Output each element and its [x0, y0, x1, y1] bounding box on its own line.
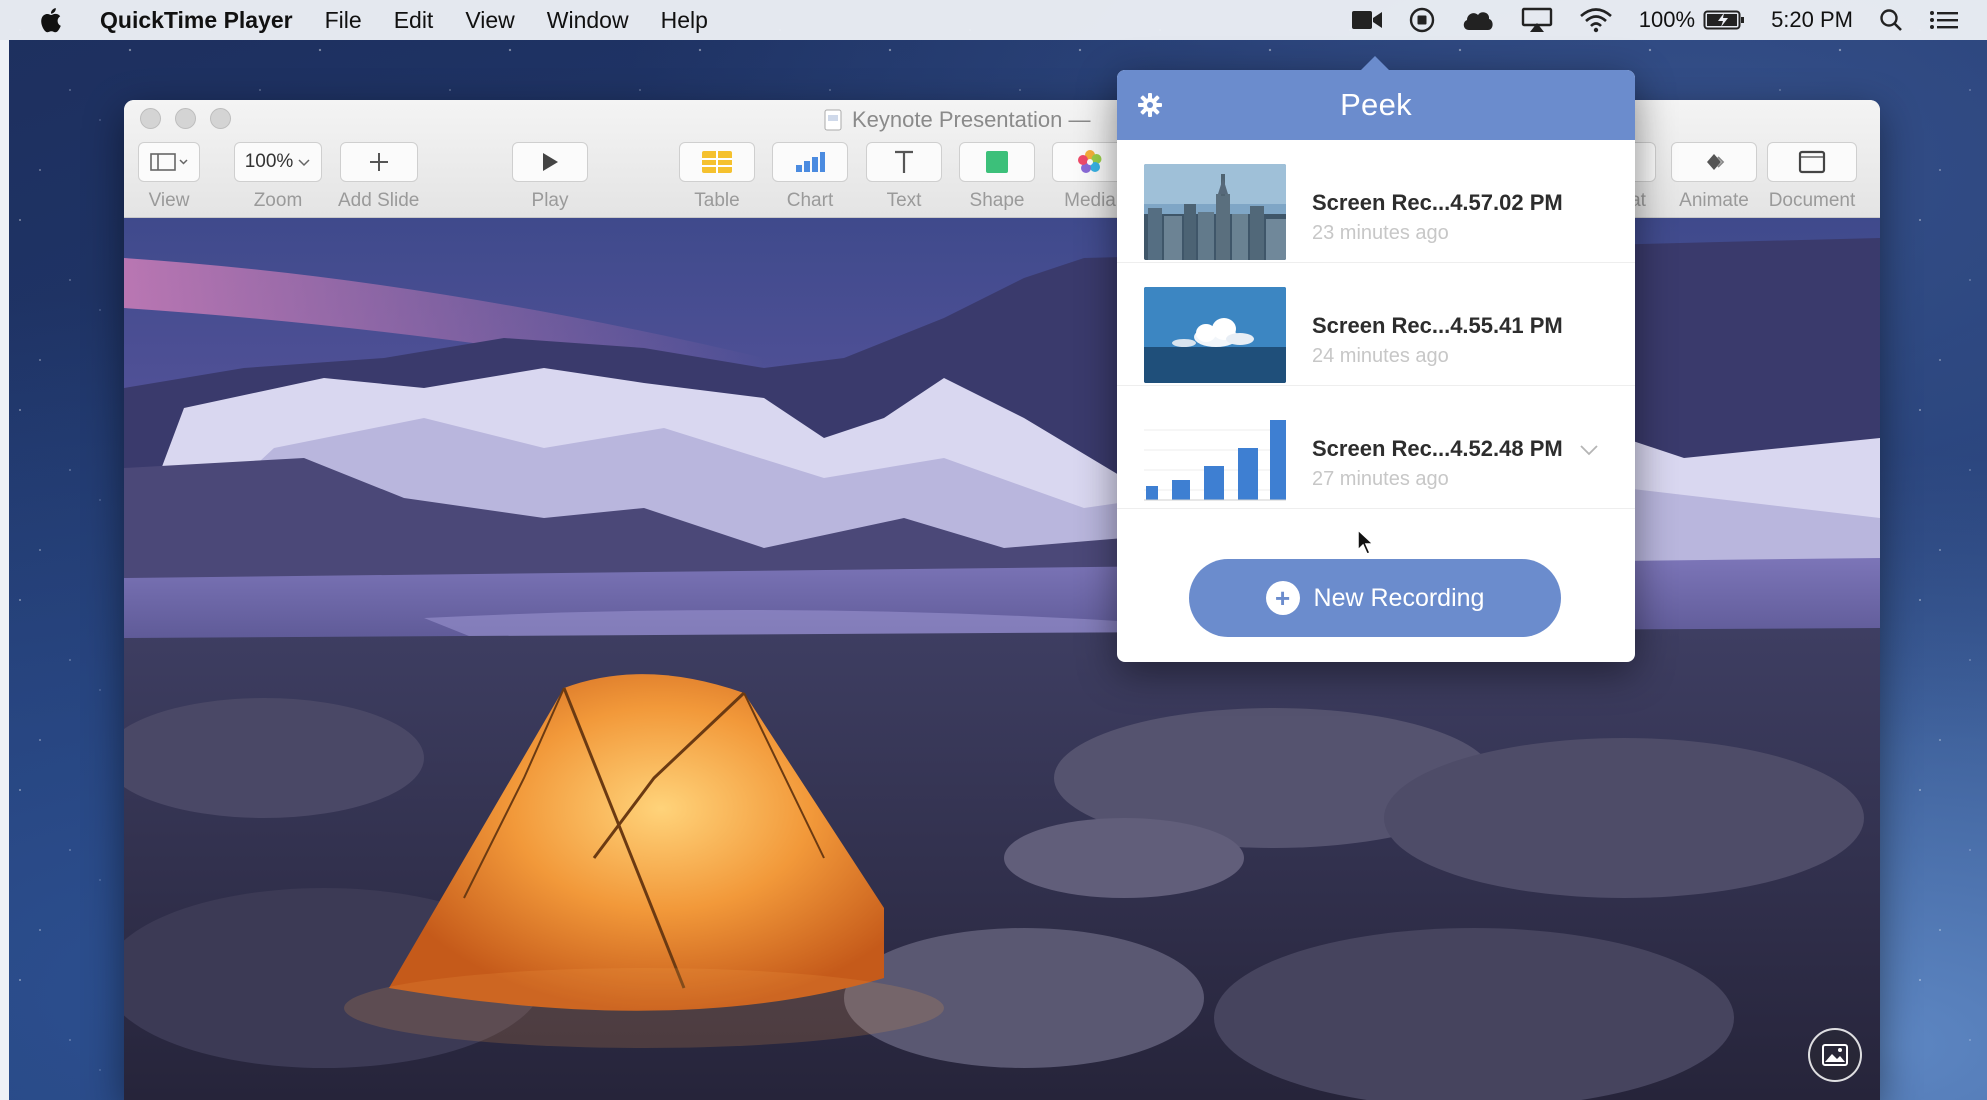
apple-logo-icon[interactable] — [38, 6, 78, 34]
peek-header: Peek — [1117, 70, 1635, 140]
zoom-label: Zoom — [253, 190, 303, 211]
app-name-menu[interactable]: QuickTime Player — [100, 7, 293, 34]
window-controls — [140, 108, 245, 129]
plus-circle-icon: + — [1265, 581, 1300, 615]
add-slide-label: Add Slide — [338, 190, 420, 211]
text-toolbar-button[interactable]: Text — [866, 142, 942, 212]
window-title: Keynote Presentation — — [824, 106, 1090, 134]
battery-percent[interactable]: 100% — [1639, 7, 1695, 33]
peek-camera-icon[interactable] — [1351, 9, 1383, 31]
add-slide-toolbar-button[interactable]: Add Slide — [338, 142, 419, 212]
view-label: View — [148, 190, 190, 211]
plus-icon — [339, 142, 418, 182]
spotlight-search-icon[interactable] — [1879, 8, 1903, 32]
zoom-toolbar-button[interactable]: 100% Zoom — [234, 142, 322, 212]
recording-name: Screen Rec...4.57.02 PM — [1312, 190, 1563, 215]
cloud-icon[interactable] — [1461, 9, 1495, 31]
keynote-document-icon — [824, 109, 842, 131]
chart-toolbar-button[interactable]: Chart — [772, 142, 848, 212]
settings-gear-icon[interactable] — [1137, 92, 1163, 118]
window-title-text: Keynote Presentation — — [852, 107, 1091, 132]
text-label: Text — [886, 190, 922, 211]
recording-thumbnail-city — [1144, 164, 1286, 260]
play-label: Play — [531, 190, 569, 211]
new-recording-label: New Recording — [1313, 583, 1485, 612]
zoom-window-button[interactable] — [210, 108, 231, 129]
recording-name: Screen Rec...4.55.41 PM — [1312, 313, 1563, 338]
shape-label: Shape — [969, 190, 1025, 211]
menu-window[interactable]: Window — [547, 7, 629, 34]
play-toolbar-button[interactable]: Play — [512, 142, 588, 212]
play-icon — [512, 142, 588, 182]
minimize-window-button[interactable] — [175, 108, 196, 129]
recording-thumbnail-chart — [1144, 410, 1286, 506]
document-icon — [1767, 142, 1857, 182]
shape-toolbar-button[interactable]: Shape — [959, 142, 1035, 212]
chart-label: Chart — [786, 190, 834, 211]
recording-item[interactable]: Screen Rec...4.55.41 PM 24 minutes ago — [1117, 263, 1635, 386]
new-recording-button[interactable]: + New Recording — [1189, 559, 1561, 637]
media-label: Media — [1064, 190, 1116, 211]
menu-file[interactable]: File — [325, 7, 362, 34]
recording-time: 24 minutes ago — [1312, 345, 1449, 367]
table-toolbar-button[interactable]: Table — [679, 142, 755, 212]
insert-image-button[interactable] — [1808, 1028, 1862, 1082]
mouse-cursor-icon — [1356, 528, 1376, 561]
zoom-value: 100% — [244, 151, 294, 172]
menubar-clock[interactable]: 5:20 PM — [1771, 7, 1853, 33]
view-toolbar-button[interactable]: View — [138, 142, 200, 212]
battery-icon[interactable] — [1703, 9, 1745, 31]
recording-thumbnail-ocean — [1144, 287, 1286, 383]
chevron-down-icon — [298, 159, 310, 167]
animate-label: Animate — [1679, 190, 1749, 211]
recording-name: Screen Rec...4.52.48 PM — [1312, 436, 1563, 461]
recording-time: 27 minutes ago — [1312, 468, 1449, 490]
animate-toolbar-button[interactable]: Animate — [1671, 142, 1757, 212]
desktop-edge — [0, 40, 9, 1100]
recordings-list: Screen Rec...4.57.02 PM 23 minutes ago S… — [1117, 140, 1635, 509]
wifi-icon[interactable] — [1579, 7, 1613, 33]
image-icon — [1822, 1044, 1848, 1066]
document-label: Document — [1768, 190, 1856, 211]
record-icon[interactable] — [1409, 7, 1435, 33]
menu-view[interactable]: View — [465, 7, 514, 34]
peek-popover: Peek Screen Rec...4.57.02 PM 23 minutes … — [1117, 56, 1635, 662]
document-toolbar-button[interactable]: Document — [1767, 142, 1857, 212]
airplay-icon[interactable] — [1521, 7, 1553, 33]
menu-help[interactable]: Help — [661, 7, 708, 34]
chevron-down-icon[interactable] — [1579, 444, 1599, 456]
menu-edit[interactable]: Edit — [394, 7, 434, 34]
recording-item[interactable]: Screen Rec...4.57.02 PM 23 minutes ago — [1117, 140, 1635, 263]
view-sidebar-icon — [138, 142, 200, 182]
animate-diamond-icon — [1671, 142, 1757, 182]
peek-title: Peek — [1340, 87, 1412, 122]
table-label: Table — [694, 190, 740, 211]
menu-bar: QuickTime Player File Edit View Window H… — [0, 0, 1987, 40]
table-icon — [679, 142, 755, 182]
notification-list-icon[interactable] — [1929, 9, 1959, 31]
close-window-button[interactable] — [140, 108, 161, 129]
shape-icon — [959, 142, 1035, 182]
recording-item[interactable]: Screen Rec...4.52.48 PM 27 minutes ago — [1117, 386, 1635, 509]
text-icon — [866, 142, 942, 182]
chart-icon — [772, 142, 848, 182]
recording-time: 23 minutes ago — [1312, 222, 1449, 244]
zoom-select: 100% — [234, 142, 322, 182]
